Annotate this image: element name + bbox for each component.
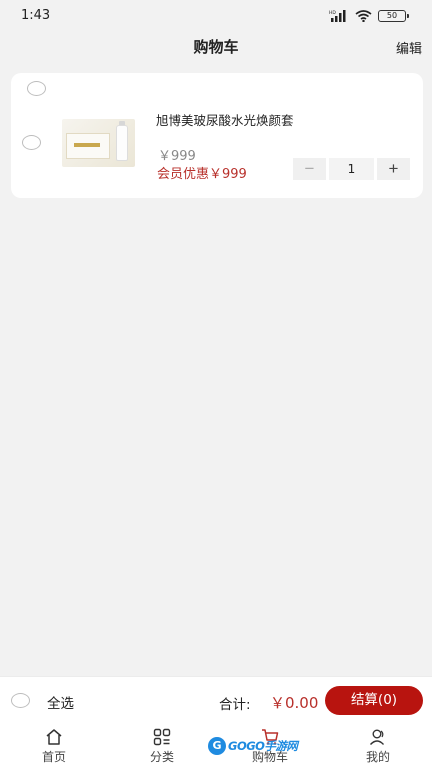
watermark-logo: G GOGO手游网 [208, 736, 298, 756]
status-icons: HD 50 [329, 9, 409, 23]
tab-profile-label: 我的 [365, 750, 390, 764]
select-all-label[interactable]: 全选 [47, 692, 74, 712]
decrease-quantity-button[interactable]: − [293, 158, 326, 180]
navbar: 购物车 编辑 [0, 32, 432, 60]
home-icon [46, 729, 62, 745]
product-image[interactable] [62, 119, 135, 167]
hd-indicator: HD [329, 10, 336, 16]
product-price: ￥999 [158, 149, 196, 164]
battery-icon: 50 [378, 10, 409, 22]
item-select-radio[interactable] [22, 135, 41, 150]
status-bar: 1:43 HD 50 [0, 0, 432, 32]
quantity-stepper: − + [293, 158, 410, 180]
select-all-radio[interactable] [11, 693, 30, 708]
increase-quantity-button[interactable]: + [377, 158, 410, 180]
product-name[interactable]: 旭博美玻尿酸水光焕颜套 [156, 110, 294, 129]
wifi-icon [355, 10, 372, 22]
total-value: ￥0.00 [270, 694, 319, 712]
total-label: 合计: [219, 697, 251, 713]
cart-item-card: 旭博美玻尿酸水光焕颜套 ￥999 会员优惠￥999 − + [11, 73, 423, 198]
tab-profile[interactable]: 我的 [324, 722, 432, 768]
page-title: 购物车 [193, 38, 239, 56]
tab-category[interactable]: 分类 [108, 722, 216, 768]
shop-select-radio[interactable] [27, 81, 46, 96]
watermark-text: GOGO手游网 [228, 739, 298, 753]
tab-home-label: 首页 [41, 750, 66, 764]
cellular-signal-icon: HD [329, 10, 346, 22]
watermark-badge: G [208, 737, 226, 755]
category-grid-icon [153, 728, 171, 746]
member-price: 会员优惠￥999 [157, 167, 247, 182]
checkout-bar: 全选 合计: ￥0.00 结算(0) [0, 676, 432, 722]
tab-home[interactable]: 首页 [0, 722, 108, 768]
quantity-input[interactable] [329, 158, 374, 180]
edit-button[interactable]: 编辑 [396, 38, 422, 57]
status-time: 1:43 [21, 8, 51, 23]
tab-category-label: 分类 [149, 750, 174, 764]
profile-icon [369, 729, 385, 745]
checkout-button[interactable]: 结算(0) [325, 686, 423, 715]
